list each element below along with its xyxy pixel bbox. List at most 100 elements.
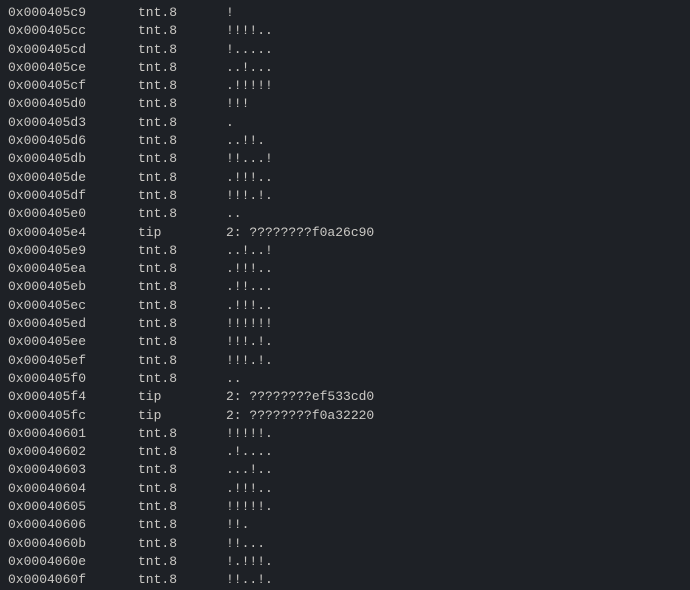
trace-row: 0x000405cetnt.8..!... — [8, 59, 682, 77]
detail-cell: !!!!.. — [226, 22, 682, 40]
detail-cell: .. — [226, 205, 682, 223]
address-cell: 0x000405d0 — [8, 95, 138, 113]
type-cell: tnt.8 — [138, 370, 226, 388]
type-cell: tnt.8 — [138, 278, 226, 296]
detail-cell: ..!..! — [226, 242, 682, 260]
address-cell: 0x000405eb — [8, 278, 138, 296]
trace-row: 0x000405d3tnt.8. — [8, 114, 682, 132]
type-cell: tnt.8 — [138, 41, 226, 59]
detail-cell: !!... — [226, 535, 682, 553]
type-cell: tnt.8 — [138, 132, 226, 150]
detail-cell: !!!!!. — [226, 498, 682, 516]
type-cell: tnt.8 — [138, 498, 226, 516]
trace-row: 0x000405dftnt.8!!!.!. — [8, 187, 682, 205]
address-cell: 0x00040606 — [8, 516, 138, 534]
type-cell: tnt.8 — [138, 77, 226, 95]
trace-row: 0x0004060etnt.8!.!!!. — [8, 553, 682, 571]
detail-cell: 2: ????????f0a26c90 — [226, 224, 682, 242]
address-cell: 0x000405fc — [8, 407, 138, 425]
address-cell: 0x000405ce — [8, 59, 138, 77]
detail-cell: 2: ????????f0a32220 — [226, 407, 682, 425]
detail-cell: .!!!.. — [226, 480, 682, 498]
type-cell: tnt.8 — [138, 169, 226, 187]
trace-row: 0x000405dbtnt.8!!...! — [8, 150, 682, 168]
address-cell: 0x000405e0 — [8, 205, 138, 223]
detail-cell: .. — [226, 370, 682, 388]
address-cell: 0x000405db — [8, 150, 138, 168]
address-cell: 0x000405d6 — [8, 132, 138, 150]
trace-row: 0x000405fctip2: ????????f0a32220 — [8, 407, 682, 425]
trace-row: 0x000405eatnt.8.!!!.. — [8, 260, 682, 278]
address-cell: 0x000405e9 — [8, 242, 138, 260]
address-cell: 0x00040605 — [8, 498, 138, 516]
type-cell: tnt.8 — [138, 95, 226, 113]
trace-row: 0x0004060btnt.8!!... — [8, 535, 682, 553]
type-cell: tip — [138, 224, 226, 242]
type-cell: tnt.8 — [138, 22, 226, 40]
address-cell: 0x000405cc — [8, 22, 138, 40]
type-cell: tnt.8 — [138, 516, 226, 534]
detail-cell: .!!!!! — [226, 77, 682, 95]
trace-row: 0x00040604tnt.8.!!!.. — [8, 480, 682, 498]
trace-row: 0x00040606tnt.8!!. — [8, 516, 682, 534]
trace-row: 0x000405e4tip2: ????????f0a26c90 — [8, 224, 682, 242]
detail-cell: 2: ????????ef533cd0 — [226, 388, 682, 406]
trace-row: 0x000405detnt.8.!!!.. — [8, 169, 682, 187]
address-cell: 0x0004060b — [8, 535, 138, 553]
detail-cell: ! — [226, 4, 682, 22]
trace-row: 0x00040605tnt.8!!!!!. — [8, 498, 682, 516]
address-cell: 0x000405f4 — [8, 388, 138, 406]
trace-row: 0x00040603tnt.8...!.. — [8, 461, 682, 479]
detail-cell: .!.... — [226, 443, 682, 461]
detail-cell: !!!.!. — [226, 333, 682, 351]
detail-cell: !!...! — [226, 150, 682, 168]
trace-row: 0x000405ectnt.8.!!!.. — [8, 297, 682, 315]
address-cell: 0x000405ed — [8, 315, 138, 333]
address-cell: 0x000405cf — [8, 77, 138, 95]
detail-cell: .!!!.. — [226, 260, 682, 278]
type-cell: tnt.8 — [138, 187, 226, 205]
address-cell: 0x000405c9 — [8, 4, 138, 22]
detail-cell: ...!.. — [226, 461, 682, 479]
detail-cell: .!!!.. — [226, 169, 682, 187]
address-cell: 0x000405de — [8, 169, 138, 187]
type-cell: tnt.8 — [138, 333, 226, 351]
address-cell: 0x000405e4 — [8, 224, 138, 242]
trace-row: 0x000405f4tip2: ????????ef533cd0 — [8, 388, 682, 406]
address-cell: 0x0004060e — [8, 553, 138, 571]
detail-cell: !..... — [226, 41, 682, 59]
trace-row: 0x000405e9tnt.8..!..! — [8, 242, 682, 260]
type-cell: tnt.8 — [138, 480, 226, 498]
type-cell: tnt.8 — [138, 150, 226, 168]
type-cell: tnt.8 — [138, 443, 226, 461]
trace-row: 0x000405cftnt.8.!!!!! — [8, 77, 682, 95]
detail-cell: !!!!!. — [226, 425, 682, 443]
type-cell: tnt.8 — [138, 59, 226, 77]
trace-row: 0x000405c9tnt.8! — [8, 4, 682, 22]
type-cell: tnt.8 — [138, 205, 226, 223]
address-cell: 0x000405ec — [8, 297, 138, 315]
trace-row: 0x000405e0tnt.8.. — [8, 205, 682, 223]
type-cell: tnt.8 — [138, 535, 226, 553]
type-cell: tnt.8 — [138, 461, 226, 479]
type-cell: tnt.8 — [138, 297, 226, 315]
address-cell: 0x000405f0 — [8, 370, 138, 388]
trace-row: 0x000405d6tnt.8..!!. — [8, 132, 682, 150]
address-cell: 0x000405d3 — [8, 114, 138, 132]
detail-cell: !.!!!. — [226, 553, 682, 571]
type-cell: tip — [138, 388, 226, 406]
trace-row: 0x000405d0tnt.8!!! — [8, 95, 682, 113]
address-cell: 0x00040604 — [8, 480, 138, 498]
trace-log: 0x000405c9tnt.8!0x000405cctnt.8!!!!..0x0… — [8, 4, 682, 590]
detail-cell: . — [226, 114, 682, 132]
type-cell: tnt.8 — [138, 4, 226, 22]
trace-row: 0x00040601tnt.8!!!!!. — [8, 425, 682, 443]
trace-row: 0x000405ebtnt.8.!!... — [8, 278, 682, 296]
address-cell: 0x000405cd — [8, 41, 138, 59]
type-cell: tnt.8 — [138, 315, 226, 333]
detail-cell: .!!!.. — [226, 297, 682, 315]
address-cell: 0x00040602 — [8, 443, 138, 461]
detail-cell: !!!!!! — [226, 315, 682, 333]
address-cell: 0x000405ea — [8, 260, 138, 278]
detail-cell: !!!.!. — [226, 187, 682, 205]
